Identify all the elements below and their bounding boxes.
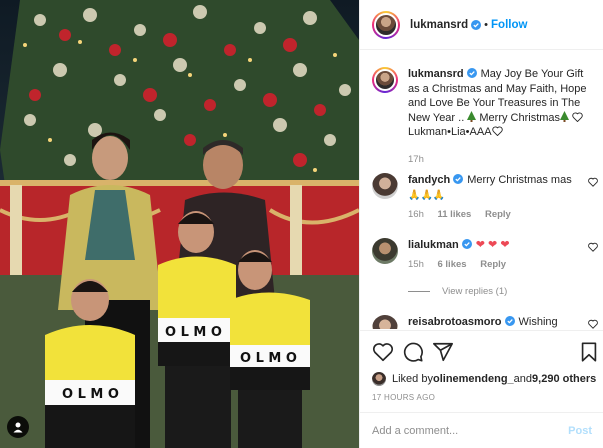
comment-reply-button[interactable]: Reply — [485, 209, 511, 220]
post-header: lukmansrd • Follow — [360, 0, 603, 50]
svg-text:O L M O: O L M O — [62, 387, 119, 402]
comment-body: reisabrotoasmoro Wishing — [408, 315, 578, 329]
comment-body: fandych Merry Christmas mas 🙏🙏🙏 16h 11 li… — [408, 173, 578, 220]
comment-like-icon[interactable] — [588, 242, 598, 252]
comment-icon[interactable] — [402, 341, 424, 363]
comment-text: fandych Merry Christmas mas 🙏🙏🙏 — [408, 173, 578, 203]
post-side-panel: lukmansrd • Follow lukmansrd May Joy Be Y… — [359, 0, 603, 448]
christmas-tree-icon — [467, 110, 477, 122]
caption-time[interactable]: 17h — [408, 154, 424, 165]
verified-icon — [461, 239, 472, 249]
comment-username[interactable]: reisabrotoasmoro — [408, 316, 502, 328]
share-icon[interactable] — [432, 341, 454, 363]
bookmark-icon[interactable] — [578, 341, 600, 363]
svg-text:O L M O: O L M O — [240, 351, 297, 366]
comment-text: lialukman ❤ ❤ ❤ — [408, 238, 578, 253]
comment-reply-button[interactable]: Reply — [480, 259, 506, 270]
white-heart-icon — [572, 111, 583, 122]
comment-input[interactable] — [372, 424, 569, 437]
author-username[interactable]: lukmansrd — [410, 19, 468, 31]
comment-item: reisabrotoasmoro Wishing — [372, 315, 598, 329]
add-comment-bar: Post — [360, 412, 603, 448]
comment-item: fandych Merry Christmas mas 🙏🙏🙏 16h 11 li… — [372, 173, 598, 220]
comment-username[interactable]: lialukman — [408, 239, 459, 251]
caption-username[interactable]: lukmansrd — [408, 68, 464, 80]
comment-body: lialukman ❤ ❤ ❤ 15h 6 likes Reply — [408, 238, 578, 270]
comment-like-icon[interactable] — [588, 319, 598, 329]
likes-middle: and — [513, 373, 533, 385]
comment-avatar[interactable] — [372, 315, 398, 329]
svg-text:O L M O: O L M O — [165, 325, 222, 340]
likes-summary: Liked by olinemendeng_ and 9,290 others — [372, 372, 596, 386]
comment-time[interactable]: 16h — [408, 209, 424, 220]
comment-avatar[interactable] — [372, 238, 398, 264]
comment-likes[interactable]: 6 likes — [438, 259, 467, 270]
comment-likes[interactable]: 11 likes — [438, 209, 472, 220]
comment-message: Merry Christmas mas — [467, 174, 572, 186]
replies-divider — [408, 291, 430, 292]
liker-avatar[interactable] — [372, 372, 386, 386]
comment-text: reisabrotoasmoro Wishing — [408, 315, 578, 329]
action-icons — [372, 341, 600, 365]
comments-list[interactable]: lukmansrd May Joy Be Your Gift as a Chris… — [360, 51, 603, 329]
caption-greeting: Merry Christmas — [476, 111, 561, 124]
author-info: lukmansrd • Follow — [410, 19, 527, 31]
comment-emoji: 🙏🙏🙏 — [408, 189, 446, 201]
photo-illustration: O L M O O L M O O L M O — [0, 0, 359, 448]
red-heart-icon: ❤ — [475, 238, 485, 251]
caption-text: lukmansrd May Joy Be Your Gift as a Chris… — [408, 67, 598, 140]
verified-icon — [453, 174, 464, 184]
white-heart-icon — [491, 126, 503, 137]
view-replies-button[interactable]: View replies (1) — [408, 286, 507, 297]
christmas-tree-icon — [560, 110, 570, 122]
red-heart-icon: ❤ — [488, 238, 498, 251]
comment-item: lialukman ❤ ❤ ❤ 15h 6 likes Reply — [372, 238, 598, 270]
comment-meta: 15h 6 likes Reply — [408, 259, 578, 270]
likes-count[interactable]: 9,290 others — [532, 373, 596, 385]
caption-meta: 17h — [408, 154, 598, 165]
comment-like-icon[interactable] — [588, 177, 598, 187]
post-photo[interactable]: O L M O O L M O O L M O — [0, 0, 359, 448]
post-timestamp[interactable]: 17 HOURS AGO — [372, 393, 435, 402]
caption-avatar[interactable] — [372, 67, 398, 93]
view-replies-label: View replies (1) — [442, 286, 508, 297]
header-separator: • — [484, 18, 489, 31]
caption-signoff: Lukman•Lia•AAA — [408, 126, 492, 138]
comment-username[interactable]: fandych — [408, 174, 450, 186]
likes-prefix: Liked by — [392, 373, 433, 385]
author-avatar[interactable] — [372, 10, 400, 39]
caption-item: lukmansrd May Joy Be Your Gift as a Chris… — [372, 67, 598, 165]
caption-body: lukmansrd May Joy Be Your Gift as a Chris… — [408, 67, 598, 165]
post-comment-button[interactable]: Post — [568, 425, 592, 437]
comment-message: Wishing — [518, 316, 558, 328]
verified-icon — [471, 19, 482, 30]
comment-meta: 16h 11 likes Reply — [408, 209, 578, 220]
liker-username[interactable]: olinemendeng_ — [433, 373, 514, 385]
verified-icon — [504, 316, 515, 326]
comment-avatar[interactable] — [372, 173, 398, 199]
user-tag-icon — [13, 422, 23, 433]
red-heart-icon: ❤ — [500, 238, 510, 251]
heart-icon[interactable] — [372, 341, 394, 363]
tagged-users-button[interactable] — [7, 416, 29, 438]
post-actions: Liked by olinemendeng_ and 9,290 others … — [360, 330, 603, 412]
follow-button[interactable]: Follow — [491, 19, 527, 31]
comment-time[interactable]: 15h — [408, 259, 424, 270]
verified-icon — [466, 68, 477, 78]
